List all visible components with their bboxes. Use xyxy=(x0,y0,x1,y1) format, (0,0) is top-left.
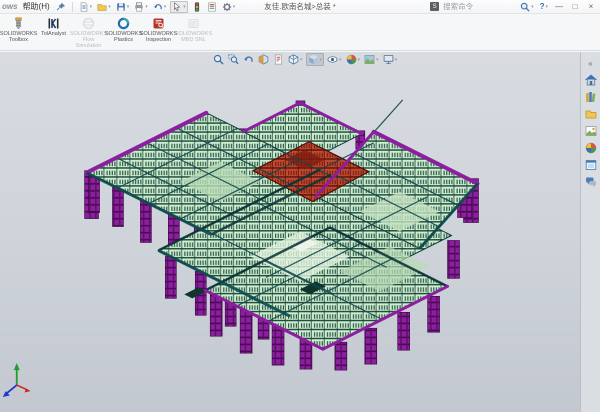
zoom-fit-icon xyxy=(213,54,224,65)
inspection-icon xyxy=(152,17,165,30)
annotation-view-button[interactable] xyxy=(272,53,285,66)
search-input[interactable]: 搜索命令 xyxy=(443,1,515,12)
menu-help[interactable]: 帮助(H) xyxy=(21,1,52,12)
new-document-button[interactable]: ▾ xyxy=(78,1,94,13)
search-icon xyxy=(520,2,530,12)
options-button[interactable]: ▾ xyxy=(221,1,237,13)
view-palette-tab[interactable] xyxy=(583,124,599,138)
minimize-button[interactable]: — xyxy=(553,2,565,11)
window-properties-icon xyxy=(585,159,597,171)
rainbow-ball-icon xyxy=(585,142,597,154)
display-style-button[interactable]: ▾ xyxy=(306,53,325,66)
new-document-icon xyxy=(79,2,89,12)
forum-bubbles-icon xyxy=(585,176,597,188)
collapse-taskpane-button[interactable]: « xyxy=(583,56,599,70)
pin-menu-icon[interactable] xyxy=(55,1,67,13)
traffic-light-icon xyxy=(192,2,202,12)
addin-solidworks-toolbox[interactable]: SOLIDWORKSToolbox xyxy=(1,15,36,43)
title-bar: ows 帮助(H) ▾ ▾ ▾ ▾ ▾ ▾ ▾ 友佳.欧南名城>总装 * S 搜… xyxy=(0,0,600,14)
view-orientation-button[interactable]: ▾ xyxy=(287,53,304,66)
tolanalyst-icon xyxy=(47,17,60,30)
solidworks-resources-tab[interactable] xyxy=(583,73,599,87)
zoom-area-icon xyxy=(228,54,239,65)
search-placeholder: 搜索命令 xyxy=(443,1,473,12)
annotation-icon xyxy=(273,54,284,65)
custom-properties-tab[interactable] xyxy=(583,158,599,172)
addin-mbd-snl[interactable]: SOLIDWORKSMBD SNL xyxy=(176,15,211,43)
headsup-view-toolbar: ▾ ▾ ▾ ▾ ▾ ▾ xyxy=(212,53,398,66)
close-button[interactable]: × xyxy=(585,2,597,11)
zoom-to-area-button[interactable] xyxy=(227,53,240,66)
addin-tolanalyst[interactable]: TolAnalyst xyxy=(36,15,71,37)
open-file-button[interactable]: ▾ xyxy=(96,1,112,13)
scene-icon xyxy=(364,54,375,65)
file-properties-icon xyxy=(207,2,217,12)
orientation-triad xyxy=(3,363,31,397)
apply-scene-button[interactable]: ▾ xyxy=(363,53,380,66)
addin-plastics[interactable]: SOLIDWORKSPlastics xyxy=(106,15,141,43)
rebuild-button[interactable] xyxy=(191,1,203,13)
toolbox-screw-icon xyxy=(12,17,25,30)
previous-view-icon xyxy=(243,54,254,65)
flow-simulation-icon xyxy=(82,17,95,30)
appearances-scenes-tab[interactable] xyxy=(583,141,599,155)
home-icon xyxy=(585,74,597,86)
main-area: ▾ ▾ ▾ ▾ ▾ ▾ « xyxy=(0,52,600,412)
monitor-icon xyxy=(383,54,394,65)
view-cube-icon xyxy=(288,54,299,65)
hide-show-items-button[interactable]: ▾ xyxy=(326,53,343,66)
plastics-icon xyxy=(117,17,130,30)
graphics-viewport[interactable]: ▾ ▾ ▾ ▾ ▾ ▾ xyxy=(0,52,580,412)
assembly-model xyxy=(0,52,580,412)
view-settings-button[interactable]: ▾ xyxy=(382,53,399,66)
addin-inspection[interactable]: SOLIDWORKSInspection xyxy=(141,15,176,43)
task-pane: « xyxy=(580,52,600,412)
cursor-icon xyxy=(172,2,182,12)
section-view-icon xyxy=(258,54,269,65)
section-view-button[interactable] xyxy=(257,53,270,66)
eye-icon xyxy=(327,54,338,65)
file-explorer-tab[interactable] xyxy=(583,107,599,121)
restore-button[interactable]: □ xyxy=(569,2,581,11)
books-icon xyxy=(585,91,597,103)
addin-flow-simulation[interactable]: SOLIDWORKSFlowSimulation xyxy=(71,15,106,49)
save-icon xyxy=(116,2,126,12)
folder-icon xyxy=(585,108,597,120)
file-properties-button[interactable] xyxy=(206,1,218,13)
save-button[interactable]: ▾ xyxy=(115,1,131,13)
previous-view-button[interactable] xyxy=(242,53,255,66)
solidworks-forum-tab[interactable] xyxy=(583,175,599,189)
addins-toolbar: SOLIDWORKSToolbox TolAnalyst SOLIDWORKSF… xyxy=(0,15,600,51)
appearance-ball-icon xyxy=(346,54,357,65)
help-button[interactable]: ?▾ xyxy=(539,1,549,13)
picture-icon xyxy=(585,125,597,137)
edit-appearance-button[interactable]: ▾ xyxy=(345,53,362,66)
toolbar-separator xyxy=(72,2,73,12)
gear-icon xyxy=(222,2,232,12)
print-button[interactable]: ▾ xyxy=(133,1,149,13)
open-folder-icon xyxy=(97,2,107,12)
undo-button[interactable]: ▾ xyxy=(152,1,168,13)
printer-icon xyxy=(134,2,144,12)
zoom-to-fit-button[interactable] xyxy=(212,53,225,66)
display-style-icon xyxy=(308,54,319,65)
undo-icon xyxy=(153,2,163,12)
sw-file-icon: S xyxy=(430,2,439,11)
solidworks-window: ows 帮助(H) ▾ ▾ ▾ ▾ ▾ ▾ ▾ 友佳.欧南名城>总装 * S 搜… xyxy=(0,0,600,412)
design-library-tab[interactable] xyxy=(583,90,599,104)
mbd-icon xyxy=(187,17,200,30)
search-button[interactable]: ▾ xyxy=(519,1,535,13)
solidworks-logo: ows xyxy=(2,2,18,11)
select-button[interactable]: ▾ xyxy=(170,1,188,13)
